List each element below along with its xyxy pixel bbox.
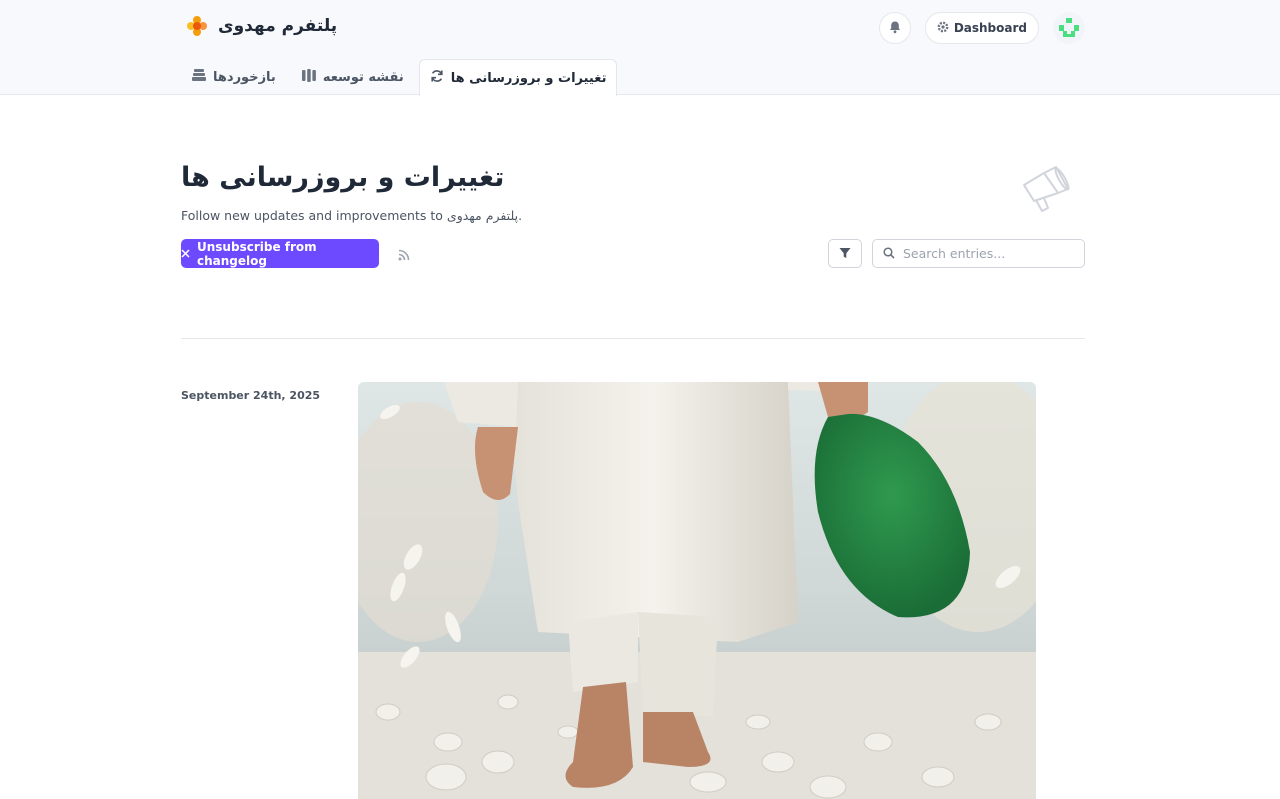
bell-icon [888, 19, 902, 38]
tab-changelog[interactable]: تغییرات و بروزرسانی ها [418, 59, 618, 96]
divider [181, 338, 1085, 339]
rss-icon[interactable] [397, 247, 411, 261]
search-input[interactable] [903, 246, 1073, 261]
tab-label: بازخوردها [213, 69, 276, 85]
unsubscribe-label: Unsubscribe from changelog [197, 239, 317, 268]
megaphone-icon [1018, 163, 1074, 215]
brand-logo-icon [186, 15, 208, 37]
page-title: تغییرات و بروزرسانی ها [181, 162, 505, 193]
search-icon [883, 244, 895, 263]
page-subtitle: Follow new updates and improvements to پ… [181, 208, 523, 223]
unsubscribe-button[interactable]: Unsubscribe from changelog [181, 239, 379, 268]
top-header: پلتفرم مهدوی Dashboard بازخوردها نقشه تو… [0, 0, 1280, 96]
user-avatar[interactable] [1053, 12, 1085, 44]
avatar-pattern-icon [1059, 18, 1079, 37]
search-box[interactable] [872, 239, 1085, 268]
brand[interactable]: پلتفرم مهدوی [186, 15, 337, 37]
tab-roadmap[interactable]: نقشه توسعه [291, 58, 415, 95]
brand-name: پلتفرم مهدوی [218, 16, 338, 36]
dashboard-button[interactable]: Dashboard [924, 12, 1039, 44]
close-icon [181, 247, 190, 261]
entry-date: September 24th, 2025 [181, 389, 321, 402]
feedback-icon [192, 69, 206, 85]
tab-feedback[interactable]: بازخوردها [181, 58, 287, 95]
entry-image [358, 382, 1036, 799]
tab-label: نقشه توسعه [322, 69, 404, 85]
gear-icon [937, 21, 949, 36]
header-actions: Dashboard [878, 12, 1085, 44]
filter-icon [839, 244, 851, 263]
dashboard-label: Dashboard [953, 21, 1027, 35]
filter-button[interactable] [828, 239, 862, 268]
nav-tabs: بازخوردها نقشه توسعه تغییرات و بروزرسانی… [181, 58, 618, 96]
roadmap-icon [301, 68, 316, 86]
refresh-icon [430, 69, 444, 87]
tab-label: تغییرات و بروزرسانی ها [450, 70, 607, 86]
notifications-button[interactable] [878, 12, 911, 44]
